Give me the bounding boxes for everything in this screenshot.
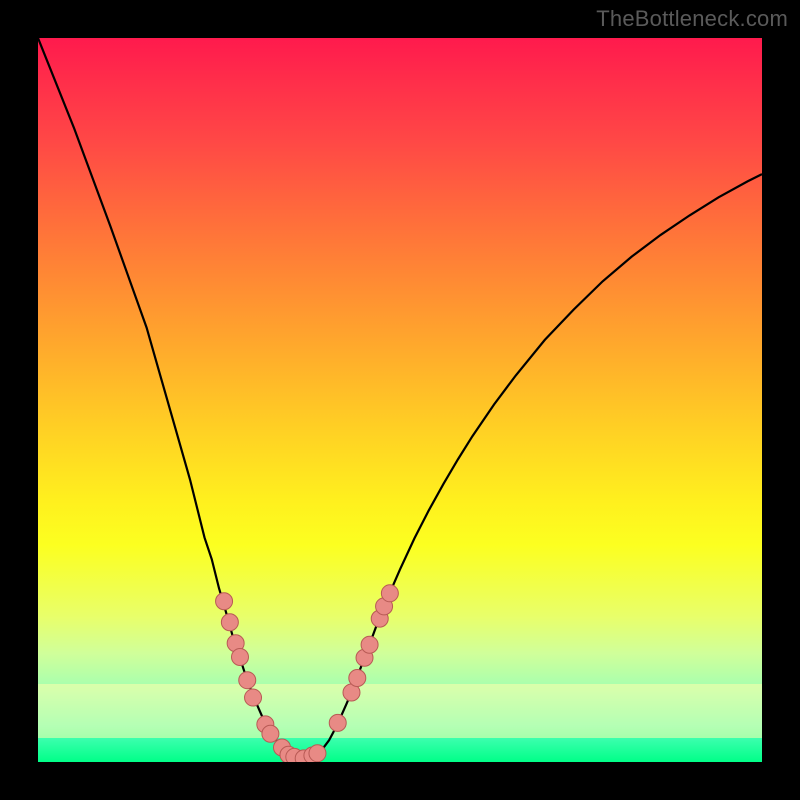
watermark-text: TheBottleneck.com: [596, 6, 788, 32]
data-marker: [221, 614, 238, 631]
data-marker: [216, 593, 233, 610]
data-marker: [239, 672, 256, 689]
plot-area: [38, 38, 762, 762]
data-marker: [309, 745, 326, 762]
data-marker: [245, 689, 262, 706]
data-marker: [349, 670, 366, 687]
data-marker: [262, 725, 279, 742]
chart-container: TheBottleneck.com: [0, 0, 800, 800]
data-marker: [381, 585, 398, 602]
curve-layer: [38, 38, 762, 762]
data-marker: [361, 636, 378, 653]
data-marker: [232, 649, 249, 666]
data-marker: [329, 714, 346, 731]
